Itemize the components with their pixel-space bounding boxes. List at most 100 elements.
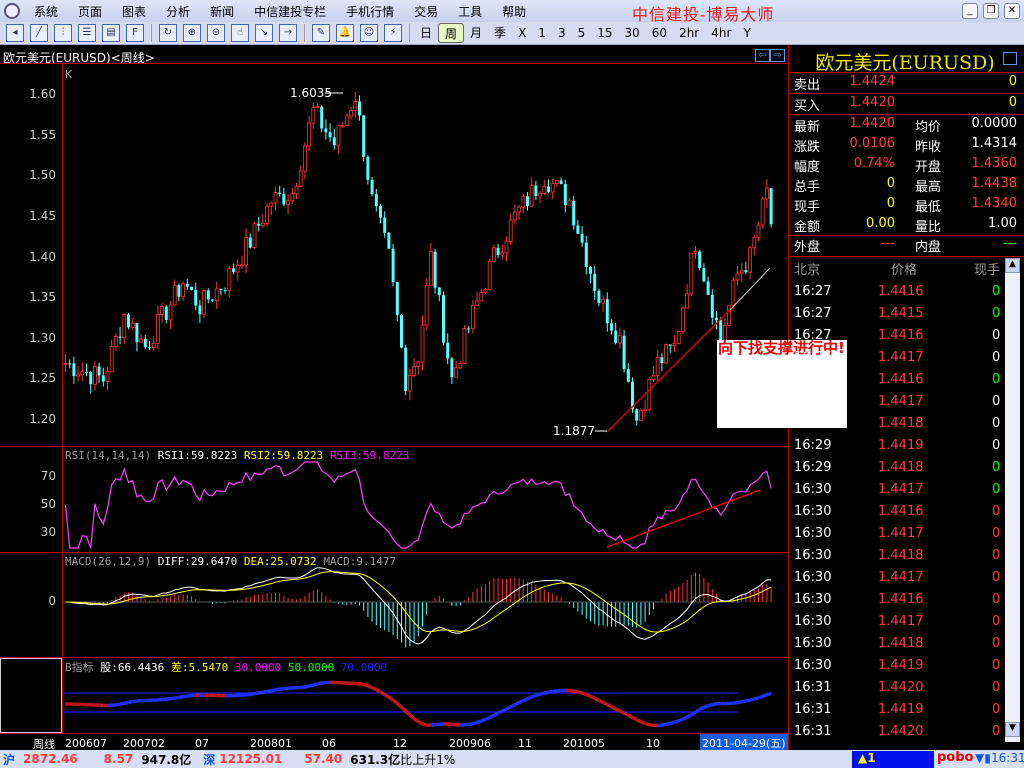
inner-value: --- xyxy=(1002,236,1017,251)
candle-body xyxy=(651,375,656,381)
trade-row: 16:31 1.4419 0 xyxy=(789,700,1004,722)
trade-row: 16:27 1.4416 0 xyxy=(789,326,1004,348)
candle-body xyxy=(122,314,127,339)
candle-body xyxy=(395,281,399,316)
restore-button[interactable]: ❐ xyxy=(983,3,999,19)
candle-body xyxy=(252,223,257,249)
b-segment xyxy=(543,690,549,695)
b-segment xyxy=(712,702,717,707)
candle-body xyxy=(370,179,374,195)
b-segment xyxy=(413,717,420,724)
b-segment xyxy=(174,695,180,700)
trade-price: 1.4416 xyxy=(878,592,924,607)
candle-body xyxy=(655,356,660,377)
b-segment xyxy=(665,721,671,727)
candle-body xyxy=(227,268,232,291)
candle-body xyxy=(235,264,240,273)
trade-time: 16:31 xyxy=(794,724,832,739)
b-segment xyxy=(623,711,630,717)
candle-body xyxy=(232,268,235,272)
trade-scrollbar[interactable] xyxy=(1005,258,1020,742)
sell-price: 1.4424 xyxy=(849,74,896,89)
scroll-up-button[interactable]: ▲ xyxy=(1005,258,1020,273)
macd-name: MACD(26,12,9) xyxy=(65,555,152,568)
trade-volume: 0 xyxy=(992,614,1001,629)
trade-volume: 0 xyxy=(992,636,1001,651)
candle-body xyxy=(567,200,572,206)
b-cha: 差:5.5470 xyxy=(170,661,229,674)
candle-body xyxy=(164,306,168,321)
candle-body xyxy=(643,408,647,412)
alert-indicator[interactable]: ▲1 xyxy=(852,751,934,768)
ratio-text: 比上升1% xyxy=(400,752,456,767)
b-segment xyxy=(254,691,259,696)
b-segment xyxy=(649,722,654,728)
trade-price: 1.4420 xyxy=(878,724,924,739)
candle-body xyxy=(290,193,295,202)
candle-body xyxy=(672,343,677,347)
candle-body xyxy=(239,264,244,267)
trade-volume: 0 xyxy=(992,548,1001,563)
b-segment xyxy=(488,713,495,719)
b-segment xyxy=(170,696,175,701)
b-segment xyxy=(262,689,268,694)
quote-label: 总手 xyxy=(794,180,821,195)
quote-value: 1.4314 xyxy=(971,136,1018,151)
quote-label: 最低 xyxy=(915,200,942,215)
candle-body xyxy=(407,375,412,392)
b-segment xyxy=(359,682,365,687)
quote-label: 昨收 xyxy=(915,140,942,155)
sz-index: 12125.01 xyxy=(219,752,283,766)
candle-body xyxy=(500,252,505,256)
candle-body xyxy=(109,346,114,373)
candle-body xyxy=(442,295,445,343)
b-segment xyxy=(741,699,747,704)
candle-body xyxy=(710,294,714,318)
quote-value: 0 xyxy=(886,196,895,211)
b-segment xyxy=(602,700,609,707)
trade-time: 16:30 xyxy=(794,592,832,607)
b-segment xyxy=(640,720,646,726)
minimize-button[interactable]: _ xyxy=(962,3,978,19)
maximize-panel-button[interactable] xyxy=(1003,52,1017,65)
candle-body xyxy=(214,288,219,301)
candle-body xyxy=(731,279,736,306)
b-segment xyxy=(707,702,713,708)
b-l50: 50.0000 xyxy=(287,661,335,674)
b-segment xyxy=(678,717,684,723)
candle-body xyxy=(340,125,345,127)
candle-body xyxy=(278,192,282,194)
candle-body xyxy=(105,371,110,382)
b-segment xyxy=(279,686,285,691)
b-segment xyxy=(757,694,764,700)
candle-body xyxy=(424,285,429,326)
scroll-down-button[interactable]: ▼ xyxy=(1005,722,1020,737)
candle-body xyxy=(248,237,252,248)
trade-time: 16:31 xyxy=(794,702,832,717)
trade-volume: 0 xyxy=(992,438,1001,453)
candle-body xyxy=(172,284,177,306)
candle-body xyxy=(139,338,144,343)
rsi-tick: 70 xyxy=(40,469,56,483)
time-tick: 200801 xyxy=(250,737,292,750)
b-segment xyxy=(703,704,709,710)
candle-body xyxy=(719,320,723,341)
close-button[interactable]: ✕ xyxy=(1004,3,1020,19)
trade-price: 1.4419 xyxy=(878,702,924,717)
candle-body xyxy=(454,367,459,378)
high-label: 1.6035 xyxy=(290,86,332,100)
candle-body xyxy=(379,206,382,218)
candle-body xyxy=(760,198,765,226)
time-tick: 201005 xyxy=(563,737,605,750)
candle-body xyxy=(462,328,467,364)
candle-body xyxy=(374,194,378,207)
quote-label: 量比 xyxy=(915,220,942,235)
chart-canvas[interactable] xyxy=(0,0,788,750)
candle-body xyxy=(605,299,609,324)
b-segment xyxy=(526,695,533,701)
quote-label: 均价 xyxy=(915,120,942,135)
candle-body xyxy=(580,233,584,243)
b-segment xyxy=(690,710,697,717)
quote-value: 1.4340 xyxy=(971,196,1018,211)
trade-time: 16:30 xyxy=(794,504,832,519)
